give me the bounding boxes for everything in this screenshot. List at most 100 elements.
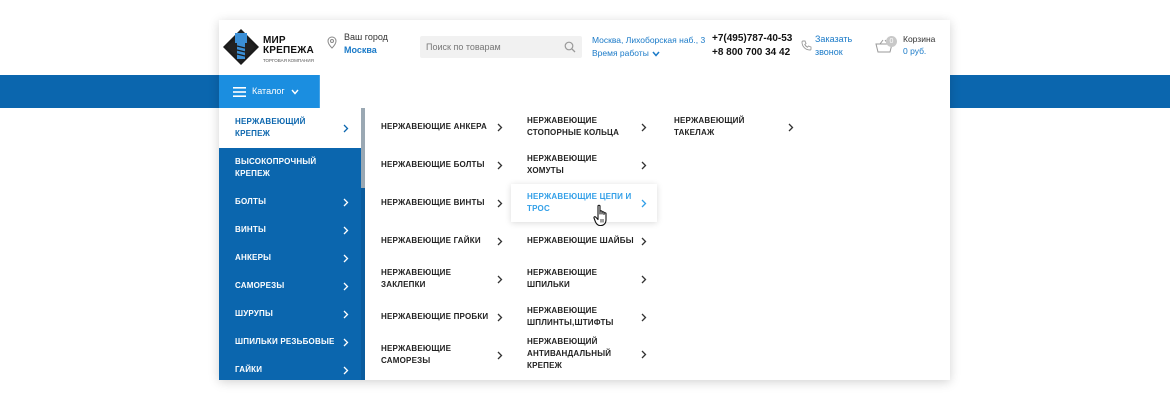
- chevron-right-icon: [788, 123, 794, 131]
- category-item-screws[interactable]: Винты: [219, 216, 361, 244]
- category-item-studs[interactable]: Шпильки резьбовые: [219, 328, 361, 356]
- logo-mark-icon: [223, 29, 259, 65]
- submenu-item-label: Нержавеющий такелаж: [674, 116, 745, 137]
- submenu-item-label: Нержавеющие шпильки: [527, 268, 598, 289]
- hand-cursor-icon: [593, 204, 607, 227]
- work-hours-toggle[interactable]: Время работы: [592, 47, 705, 60]
- category-label: Анкеры: [235, 253, 272, 262]
- cart-label: Корзина: [903, 34, 936, 44]
- submenu-panel: Нержавеющие анкера Нержавеющие болты Нер…: [365, 108, 950, 380]
- nav-item-label: Академия Мир Крепежа: [612, 80, 674, 102]
- nav-item-delivery[interactable]: Доставка: [413, 75, 483, 108]
- submenu-item-label: Нержавеющие анкера: [381, 122, 487, 131]
- cart-sum: 0 руб.: [903, 46, 927, 56]
- category-item-wood-screws[interactable]: Шурупы: [219, 300, 361, 328]
- hamburger-icon: [233, 86, 246, 97]
- submenu-item[interactable]: Нержавеющие шплинты,штифты: [527, 304, 647, 330]
- submenu-item[interactable]: Нержавеющие саморезы: [381, 342, 503, 368]
- submenu-item-label: Нержавеющие шплинты,штифты: [527, 306, 614, 327]
- submenu-item[interactable]: Нержавеющие шпильки: [527, 266, 647, 292]
- category-label: Гайки: [235, 365, 263, 374]
- chevron-right-icon: [343, 254, 349, 262]
- chevron-right-icon: [343, 226, 349, 234]
- submenu-item[interactable]: Нержавеющие анкера: [381, 120, 503, 134]
- chevron-down-icon: [566, 89, 575, 95]
- nav-item-label: Сотрудники: [715, 86, 764, 96]
- nav-item-label: Доставка: [428, 86, 467, 96]
- submenu-item[interactable]: Нержавеющие хомуты: [527, 152, 647, 178]
- category-item-self-tapping[interactable]: Саморезы: [219, 272, 361, 300]
- chevron-right-icon: [497, 237, 503, 245]
- chevron-right-icon: [641, 237, 647, 245]
- submenu-item[interactable]: Нержавеющие стопорные кольца: [527, 114, 647, 140]
- category-item-high-strength[interactable]: Высокопрочный крепеж: [219, 148, 361, 188]
- chevron-right-icon: [641, 313, 647, 321]
- submenu-item[interactable]: Нержавеющие пробки: [381, 310, 503, 324]
- submenu-item-label: Нержавеющие шайбы: [527, 236, 634, 245]
- chevron-right-icon: [343, 198, 349, 206]
- category-sidebar: Нержавеющий крепеж Высокопрочный крепеж …: [219, 108, 365, 380]
- category-label: Шпильки резьбовые: [235, 337, 335, 346]
- submenu-item-label: Нержавеющие болты: [381, 160, 485, 169]
- chevron-down-icon: [652, 51, 660, 57]
- category-label: Высокопрочный крепеж: [235, 157, 317, 178]
- nav-item-contacts[interactable]: Контакты: [784, 75, 853, 108]
- category-item-bolts[interactable]: Болты: [219, 188, 361, 216]
- nav-item-buyers-info[interactable]: Информация покупателям: [483, 75, 591, 108]
- address-block: Москва, Лихоборская наб., 3 Время работы: [592, 34, 705, 60]
- submenu-item[interactable]: Нержавеющие болты: [381, 158, 503, 172]
- city-value[interactable]: Москва: [344, 45, 377, 55]
- phone-icon: [801, 40, 812, 51]
- submenu-item-label: Нержавеющие гайки: [381, 236, 481, 245]
- site-logo[interactable]: МИР КРЕПЕЖА ТОРГОВАЯ КОМПАНИЯ: [221, 27, 314, 67]
- logo-subtitle: ТОРГОВАЯ КОМПАНИЯ: [263, 58, 314, 63]
- chevron-down-icon: [291, 89, 299, 95]
- phones-block: +7(495)787-40-53 +8 800 700 34 42: [712, 32, 792, 60]
- submenu-item-label: Нержавеющие заклепки: [381, 268, 452, 289]
- phone-tollfree[interactable]: +8 800 700 34 42: [712, 46, 792, 60]
- search-input[interactable]: [426, 36, 556, 58]
- nav-item-label: B2B кабинет: [875, 86, 928, 96]
- nav-item-academy[interactable]: Академия Мир Крепежа: [591, 75, 696, 108]
- submenu-item-label: Нержавеющие стопорные кольца: [527, 116, 620, 137]
- nav-item-b2b[interactable]: B2B кабинет: [853, 75, 950, 108]
- nav-item-staff[interactable]: Сотрудники: [696, 75, 784, 108]
- phone-main[interactable]: +7(495)787-40-53: [712, 32, 792, 46]
- submenu-item[interactable]: Нержавеющие заклепки: [381, 266, 503, 292]
- submenu-item[interactable]: Нержавеющие гайки: [381, 234, 503, 248]
- chevron-right-icon: [497, 351, 503, 359]
- submenu-item-label: Нержавеющие хомуты: [527, 154, 598, 175]
- main-nav: Каталог О компании Доставка Информация п…: [219, 75, 950, 108]
- site-header: МИР КРЕПЕЖА ТОРГОВАЯ КОМПАНИЯ Ваш город …: [219, 20, 950, 75]
- submenu-item[interactable]: Нержавеющие винты: [381, 196, 503, 210]
- category-item-stainless[interactable]: Нержавеющий крепеж: [219, 108, 361, 148]
- category-label: Болты: [235, 197, 267, 206]
- search-icon[interactable]: [564, 41, 576, 53]
- submenu-item[interactable]: Нержавеющие шайбы: [527, 234, 647, 248]
- submenu-item-label: Нержавеющие саморезы: [381, 344, 452, 365]
- submenu-item[interactable]: Нержавеющий такелаж: [674, 114, 794, 140]
- address-line[interactable]: Москва, Лихоборская наб., 3: [592, 34, 705, 47]
- chevron-right-icon: [641, 123, 647, 131]
- logo-title: МИР КРЕПЕЖА: [263, 36, 314, 56]
- category-item-nuts[interactable]: Гайки: [219, 356, 361, 380]
- submenu-item[interactable]: Нержавеющий антивандальный крепеж: [527, 335, 647, 373]
- category-item-anchors[interactable]: Анкеры: [219, 244, 361, 272]
- chevron-right-icon: [641, 350, 647, 358]
- chevron-right-icon: [497, 313, 503, 321]
- chevron-right-icon: [343, 310, 349, 318]
- submenu-item-label: Нержавеющий антивандальный крепеж: [527, 337, 612, 370]
- category-label: Нержавеющий крепеж: [235, 117, 306, 138]
- nav-catalog-button[interactable]: Каталог: [219, 75, 320, 108]
- nav-item-about[interactable]: О компании: [320, 75, 413, 108]
- chevron-down-icon: [389, 89, 397, 95]
- work-hours-label: Время работы: [592, 48, 649, 58]
- chevron-right-icon: [343, 338, 349, 346]
- submenu-item-hovered[interactable]: Нержавеющие цепи и трос: [511, 184, 657, 222]
- category-label: Саморезы: [235, 281, 285, 290]
- submenu-item-label: Нержавеющие цепи и трос: [527, 192, 632, 213]
- callback-label: Заказать звонок: [815, 34, 853, 57]
- category-label: Винты: [235, 225, 267, 234]
- cart-count-badge: 0: [886, 36, 897, 47]
- nav-item-label: Информация покупателям: [502, 80, 559, 102]
